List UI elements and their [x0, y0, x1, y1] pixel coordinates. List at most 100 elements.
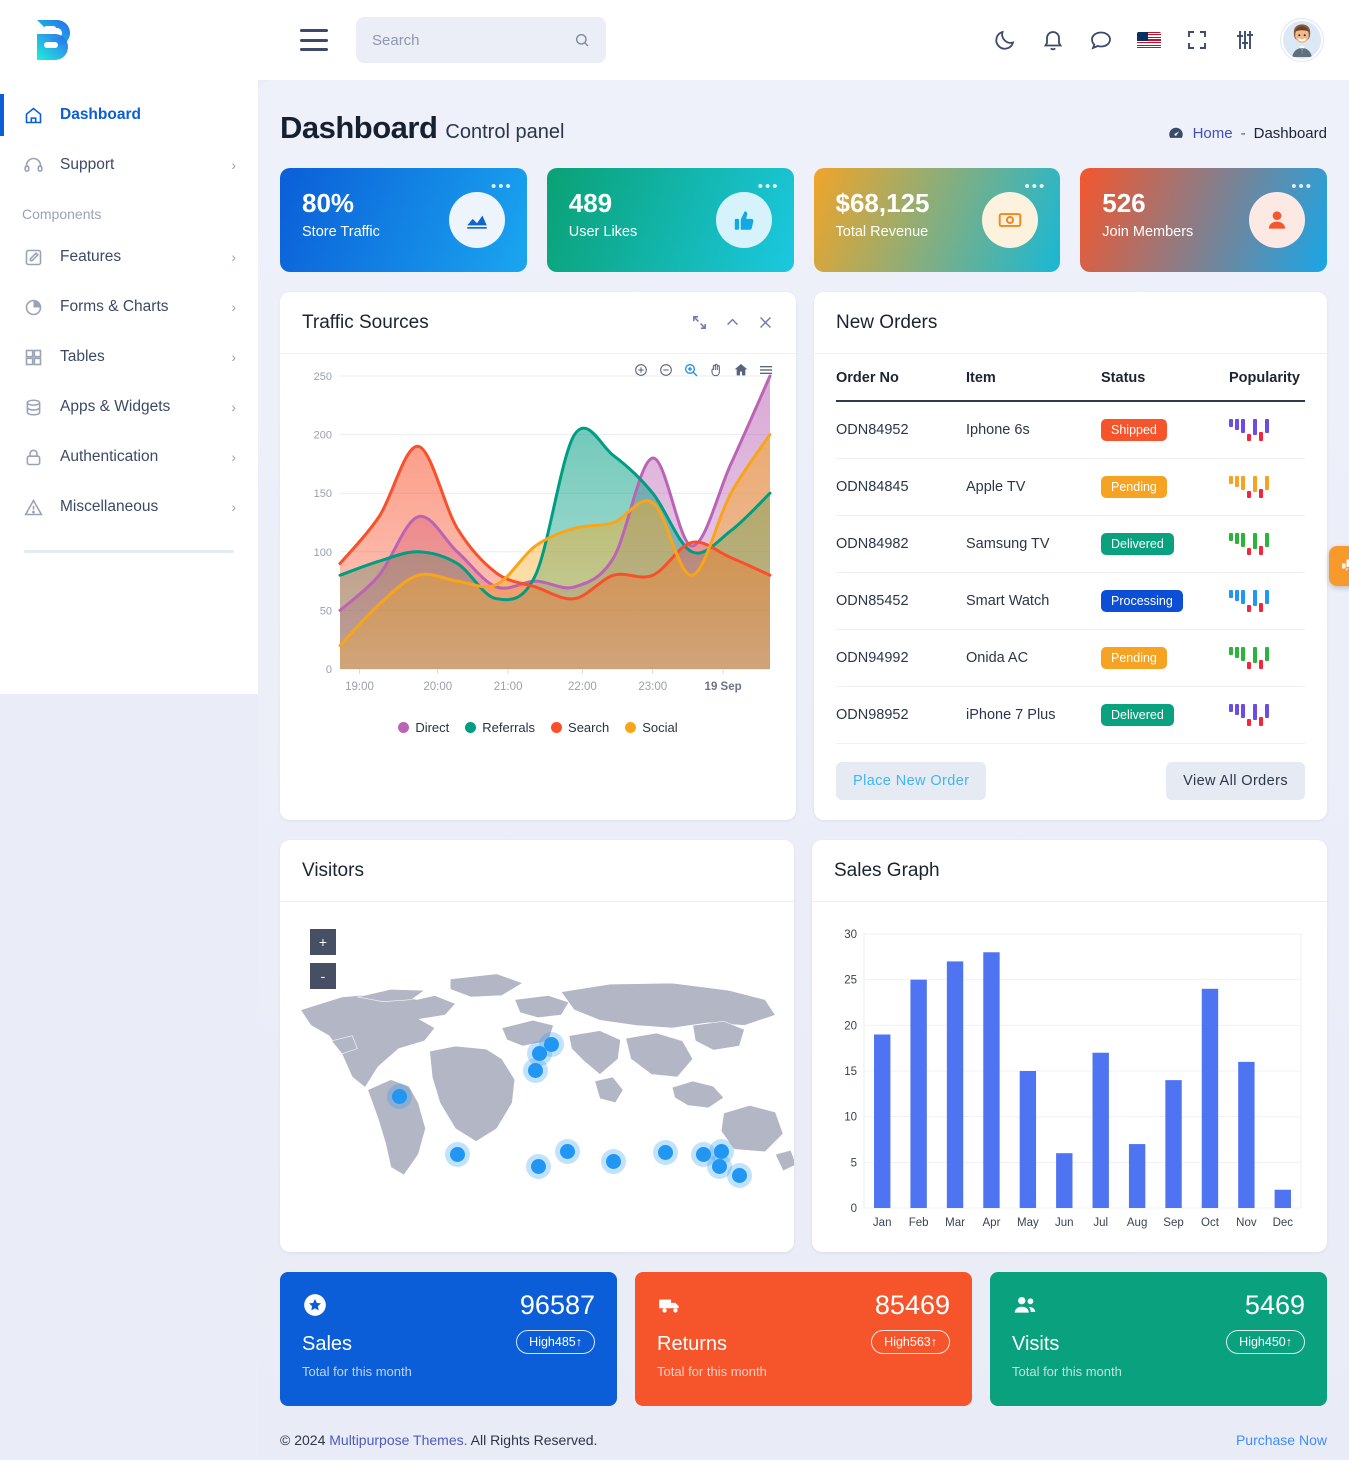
bottom-card-visits[interactable]: 5469 High450↑ Visits Total for this mont… — [990, 1272, 1327, 1406]
messages-icon[interactable] — [1089, 28, 1113, 52]
card-menu-icon[interactable]: ••• — [491, 178, 513, 195]
bottom-card-sales[interactable]: 96587 High485↑ Sales Total for this mont… — [280, 1272, 617, 1406]
legend-item-referrals[interactable]: Referrals — [465, 720, 535, 735]
selection-zoom-icon[interactable] — [683, 362, 699, 378]
svg-text:Aug: Aug — [1127, 1217, 1147, 1229]
map-marker[interactable] — [527, 1063, 543, 1078]
map-marker[interactable] — [544, 1036, 560, 1052]
sidebar: Dashboard Support › Components Features … — [0, 80, 258, 694]
place-new-order-button[interactable]: Place New Order — [836, 762, 987, 800]
map-zoom-out-button[interactable]: - — [310, 963, 336, 989]
sidebar-item-features[interactable]: Features › — [0, 232, 258, 282]
card-menu-icon[interactable]: ••• — [758, 178, 780, 195]
sidebar-item-forms-charts[interactable]: Forms & Charts › — [0, 282, 258, 332]
fullscreen-icon[interactable] — [1185, 28, 1209, 52]
search-icon[interactable] — [574, 32, 590, 48]
table-row[interactable]: ODN84845 Apple TV Pending — [836, 458, 1305, 516]
bottom-card-returns[interactable]: 85469 High563↑ Returns Total for this mo… — [635, 1272, 972, 1406]
sidebar-item-miscellaneous[interactable]: Miscellaneous › — [0, 482, 258, 532]
pan-icon[interactable] — [708, 362, 724, 378]
warning-triangle-icon — [22, 496, 44, 518]
purchase-now-link[interactable]: Purchase Now — [1236, 1432, 1327, 1448]
card-menu-icon[interactable]: ••• — [1291, 178, 1313, 195]
reset-home-icon[interactable] — [733, 362, 749, 378]
legend-item-social[interactable]: Social — [625, 720, 678, 735]
map-marker[interactable] — [657, 1145, 673, 1161]
map-zoom-in-button[interactable]: + — [310, 929, 336, 955]
world-map[interactable]: + - — [280, 902, 794, 1252]
cell-popularity — [1229, 686, 1305, 744]
sidebar-label: Tables — [60, 348, 105, 365]
search-input[interactable] — [372, 31, 574, 49]
language-flag-icon[interactable] — [1137, 31, 1161, 49]
pie-chart-icon — [22, 296, 44, 318]
page-title: Dashboard — [280, 110, 438, 145]
brand-b-logo-icon — [37, 20, 70, 60]
close-icon[interactable] — [757, 314, 774, 331]
search-box[interactable] — [356, 17, 606, 63]
view-all-orders-button[interactable]: View All Orders — [1166, 762, 1305, 800]
legend-label: Direct — [415, 720, 450, 735]
bottom-card-value: 96587 — [519, 1290, 595, 1320]
avatar[interactable] — [1281, 19, 1323, 61]
settings-sliders-icon[interactable] — [1233, 28, 1257, 52]
table-row[interactable]: ODN84982 Samsung TV Delivered — [836, 515, 1305, 573]
hamburger-icon[interactable] — [300, 29, 328, 51]
stat-card-store-traffic[interactable]: ••• 80% Store Traffic — [280, 168, 527, 272]
sidebar-item-authentication[interactable]: Authentication › — [0, 432, 258, 482]
table-row[interactable]: ODN94992 Onida AC Pending — [836, 629, 1305, 687]
legend-label: Search — [568, 720, 610, 735]
sales-card-header: Sales Graph — [812, 840, 1327, 902]
map-marker[interactable] — [560, 1143, 576, 1159]
svg-text:30: 30 — [844, 929, 857, 941]
chevron-right-icon: › — [231, 399, 236, 415]
zoom-out-icon[interactable] — [658, 362, 674, 378]
chevron-right-icon: › — [231, 157, 236, 173]
cell-status: Delivered — [1101, 515, 1229, 573]
bottom-card-value: 5469 — [1244, 1290, 1305, 1320]
sidebar-item-dashboard[interactable]: Dashboard — [0, 90, 258, 140]
notifications-icon[interactable] — [1041, 28, 1065, 52]
home-icon — [22, 104, 44, 126]
expand-icon[interactable] — [691, 314, 708, 331]
table-row[interactable]: ODN85452 Smart Watch Processing — [836, 572, 1305, 630]
zoom-in-icon[interactable] — [633, 362, 649, 378]
map-marker[interactable] — [714, 1143, 730, 1159]
menu-icon[interactable] — [758, 362, 774, 378]
table-row[interactable]: ODN84952 Iphone 6s Shipped — [836, 401, 1305, 459]
sales-graph-card: Sales Graph 0 5 10 15 20 25 30 Jan Feb Mar Apr May J… — [812, 840, 1327, 1252]
card-title: Traffic Sources — [302, 311, 429, 333]
stat-card-join-members[interactable]: ••• 526 Join Members — [1080, 168, 1327, 272]
chat-fab-button[interactable] — [1329, 546, 1349, 586]
stat-card-user-likes[interactable]: ••• 489 User Likes — [546, 168, 794, 272]
app-logo[interactable] — [0, 16, 100, 64]
legend-item-direct[interactable]: Direct — [398, 720, 449, 735]
legend-item-search[interactable]: Search — [551, 720, 609, 735]
map-marker[interactable] — [711, 1159, 727, 1175]
sidebar-label: Features — [60, 248, 122, 265]
sidebar-item-support[interactable]: Support › — [0, 140, 258, 190]
card-menu-icon[interactable]: ••• — [1024, 178, 1046, 195]
map-marker[interactable] — [449, 1147, 465, 1162]
svg-text:15: 15 — [844, 1066, 857, 1078]
breadcrumb-home[interactable]: Home — [1193, 125, 1233, 142]
svg-text:Apr: Apr — [983, 1217, 1001, 1229]
cell-popularity — [1229, 401, 1305, 459]
sidebar-item-apps-widgets[interactable]: Apps & Widgets › — [0, 382, 258, 432]
svg-text:20:00: 20:00 — [423, 681, 452, 693]
svg-text:Jan: Jan — [873, 1217, 892, 1229]
stat-card-total-revenue[interactable]: ••• $68,125 Total Revenue — [813, 168, 1061, 272]
sidebar-item-tables[interactable]: Tables › — [0, 332, 258, 382]
dark-mode-icon[interactable] — [993, 28, 1017, 52]
svg-text:25: 25 — [844, 975, 857, 987]
svg-text:100: 100 — [314, 547, 332, 559]
chevron-right-icon: › — [231, 349, 236, 365]
collapse-icon[interactable] — [724, 314, 741, 331]
table-row[interactable]: ODN98952 iPhone 7 Plus Delivered — [836, 686, 1305, 744]
map-marker[interactable] — [530, 1159, 546, 1175]
orders-table-body: ODN84952 Iphone 6s Shipped ODN84845 Apple TV… — [836, 401, 1305, 744]
popularity-sparkline — [1229, 647, 1305, 669]
svg-text:23:00: 23:00 — [638, 681, 667, 693]
svg-text:Nov: Nov — [1236, 1217, 1257, 1229]
footer-copyright-pre: © 2024 — [280, 1432, 330, 1448]
